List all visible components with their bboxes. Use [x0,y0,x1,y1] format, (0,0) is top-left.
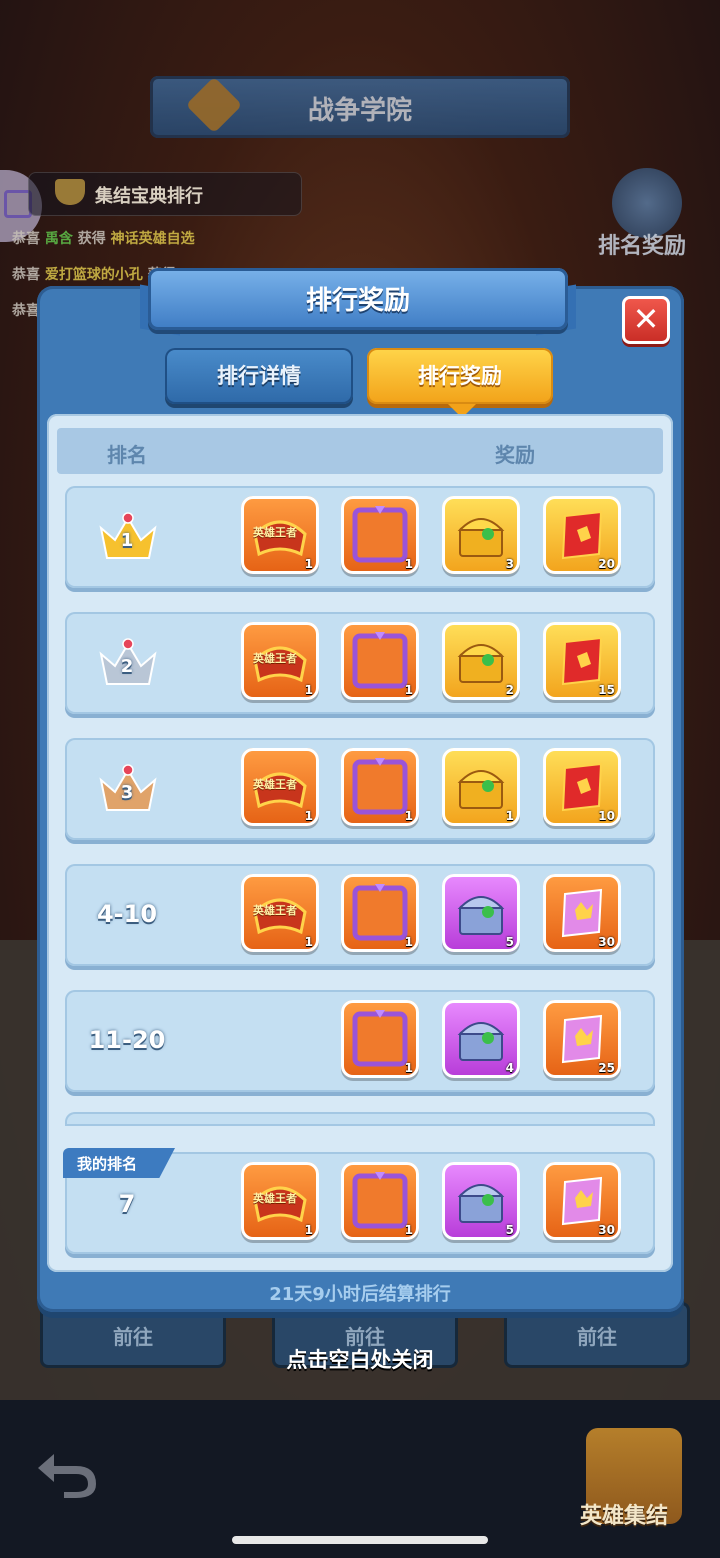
reward-item-purple-frame[interactable]: 1 [341,496,419,574]
dialog-title-ribbon: 排行奖励 [148,268,568,330]
tab-rank-detail[interactable]: 排行详情 [165,348,353,404]
academy-banner: 战争学院 [150,76,570,138]
reward-count: 15 [598,683,615,697]
reward-item-hero-title[interactable]: 英雄王者 1 [241,496,319,574]
reward-item-pink-scroll[interactable]: 30 [543,874,621,952]
ranking-bar[interactable]: 集结宝典排行 [28,172,302,216]
reward-count: 25 [598,1061,615,1075]
reward-count: 5 [505,1223,514,1237]
reward-count: 1 [505,809,514,823]
column-reward: 奖励 [495,443,535,467]
reward-count: 1 [404,809,413,823]
reward-item-gold-chest[interactable]: 3 [442,496,520,574]
hero-badge-text: 英雄王者 [253,1192,297,1205]
settle-countdown: 21天9小时后结算排行 [269,1284,451,1305]
my-rank-tag: 我的排名 [63,1148,175,1178]
rank-range: 11-20 [88,1026,166,1054]
hero-badge-text: 英雄王者 [253,778,297,791]
reward-count: 1 [404,683,413,697]
dialog-title: 排行奖励 [305,286,410,316]
reward-item-purple-frame[interactable]: 1 [341,1162,419,1240]
close-button[interactable]: ✕ [622,296,670,344]
reward-item-hero-title[interactable]: 英雄王者 1 [241,1162,319,1240]
hero-badge-text: 英雄王者 [253,904,297,917]
my-rank-value: 7 [118,1190,136,1218]
reward-item-red-scroll[interactable]: 20 [543,496,621,574]
reward-count: 30 [598,935,615,949]
rank-reward-row: 4-10 英雄王者 1 1 5 30 [65,864,655,966]
reward-count: 1 [404,1061,413,1075]
column-header: 排名 奖励 [57,428,663,474]
reward-count: 3 [505,557,514,571]
reward-count: 1 [304,557,313,571]
close-icon: ✕ [632,300,660,338]
reward-count: 4 [505,1061,514,1075]
reward-item-hero-title[interactable]: 英雄王者 1 [241,748,319,826]
reward-count: 1 [404,935,413,949]
reward-count: 30 [598,1223,615,1237]
reward-item-purple-chest[interactable]: 4 [442,1000,520,1078]
ranking-bar-label: 集结宝典排行 [95,186,203,207]
reward-item-purple-frame[interactable]: 1 [341,748,419,826]
rank-number: 3 [120,782,134,803]
reward-item-pink-scroll[interactable]: 30 [543,1162,621,1240]
rank-range: 4-10 [96,900,158,928]
reward-item-purple-frame[interactable]: 1 [341,874,419,952]
reward-item-gold-chest[interactable]: 1 [442,748,520,826]
rank-reward-row: 3 英雄王者 1 1 1 10 [65,738,655,840]
my-rank-row: 我的排名 7 英雄王者 1 1 5 30 [63,1148,655,1254]
home-indicator[interactable] [232,1536,488,1544]
reward-count: 10 [598,809,615,823]
reward-count: 20 [598,557,615,571]
reward-count: 1 [304,809,313,823]
reward-count: 2 [505,683,514,697]
reward-item-purple-chest[interactable]: 5 [442,1162,520,1240]
reward-count: 1 [304,1223,313,1237]
reward-item-purple-frame[interactable]: 1 [341,622,419,700]
hero-gather-label[interactable]: 英雄集结 [580,1498,668,1530]
reward-item-purple-frame[interactable]: 1 [341,1000,419,1078]
reward-count: 5 [505,935,514,949]
rank-reward-button-label[interactable]: 排名奖励 [598,228,686,260]
reward-count: 1 [404,557,413,571]
reward-item-hero-title[interactable]: 英雄王者 1 [241,874,319,952]
rank-reward-row: 1 英雄王者 1 1 3 20 [65,486,655,588]
list-row-partial [65,1112,655,1126]
rank-number: 1 [120,530,134,551]
reward-count: 1 [304,935,313,949]
reward-item-red-scroll[interactable]: 15 [543,622,621,700]
trophy-icon [55,179,85,205]
reward-item-gold-chest[interactable]: 2 [442,622,520,700]
rank-number: 2 [120,656,134,677]
hero-badge-text: 英雄王者 [253,652,297,665]
column-rank: 排名 [107,443,147,467]
rank-reward-row: 11-20 1 4 25 [65,990,655,1092]
hero-badge-text: 英雄王者 [253,526,297,539]
reward-item-red-scroll[interactable]: 10 [543,748,621,826]
rank-reward-row: 2 英雄王者 1 1 2 15 [65,612,655,714]
academy-title: 战争学院 [307,96,412,126]
reward-count: 1 [304,683,313,697]
reward-item-hero-title[interactable]: 英雄王者 1 [241,622,319,700]
ticker-line: 恭喜 禹含 获得 神话英雄自选 [12,231,195,247]
reward-item-purple-chest[interactable]: 5 [442,874,520,952]
tap-to-close-hint[interactable]: 点击空白处关闭 [0,1344,720,1374]
reward-count: 1 [404,1223,413,1237]
back-arrow-icon[interactable] [34,1444,100,1500]
ticker-line: 恭喜 [12,303,40,319]
tab-rank-reward[interactable]: 排行奖励 [367,348,553,404]
reward-item-pink-scroll[interactable]: 25 [543,1000,621,1078]
